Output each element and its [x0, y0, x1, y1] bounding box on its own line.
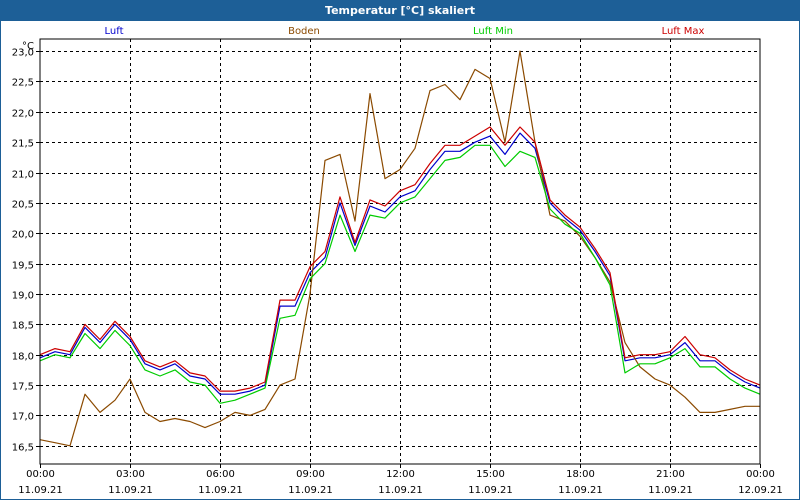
- x-tick-label-date: 11.09.21: [648, 485, 693, 496]
- y-tick-label: 19,5: [12, 261, 34, 272]
- y-tick-label: 21,0: [12, 170, 34, 181]
- x-tick-label-time: 09:00: [296, 469, 325, 480]
- axes: 16,5 17,0 17,5 18,0 18,5 19,0 19,5 20,0 20,5 21,0…: [12, 38, 783, 496]
- y-tick-label: 22,5: [12, 78, 34, 89]
- x-tick-label-date: 11.09.21: [378, 485, 423, 496]
- x-tick-label-time: 15:00: [476, 469, 505, 480]
- x-tick-label-date: 11.09.21: [468, 485, 513, 496]
- legend-entry-luft-min: Luft Min: [473, 26, 513, 37]
- grid: [40, 39, 760, 464]
- series-line-boden: [39, 50, 760, 447]
- x-tick-label-time: 12:00: [386, 469, 415, 480]
- x-tick-label-date: 11.09.21: [198, 485, 243, 496]
- x-tick-label-time: 00:00: [26, 469, 55, 480]
- y-tick-label: 22,0: [12, 109, 34, 120]
- x-tick-label-date: 11.09.21: [18, 485, 63, 496]
- legend-entry-boden: Boden: [288, 26, 320, 37]
- temperature-chart: 16,5 17,0 17,5 18,0 18,5 19,0 19,5 20,0 20,5 21,0…: [12, 26, 783, 496]
- y-tick-label: 18,0: [12, 352, 34, 363]
- x-tick-label-date: 11.09.21: [288, 485, 333, 496]
- x-tick-label-date: 11.09.21: [558, 485, 603, 496]
- legend-entry-luft-max: Luft Max: [662, 26, 705, 37]
- legend: Luft Boden Luft Min Luft Max: [105, 26, 705, 37]
- y-tick-label: 21,5: [12, 139, 34, 150]
- y-tick-label: 18,5: [12, 321, 34, 332]
- x-tick-label-date: 11.09.21: [108, 485, 153, 496]
- series-lines: [39, 50, 761, 447]
- x-tick-label-time: 00:00: [746, 469, 775, 480]
- x-tick-label-time: 21:00: [656, 469, 685, 480]
- y-tick-label: 20,0: [12, 230, 34, 241]
- x-tick-label-date: 12.09.21: [738, 485, 783, 496]
- y-tick-label: 19,0: [12, 291, 34, 302]
- legend-entry-luft: Luft: [105, 26, 124, 37]
- chart-window: Temperatur [°C] skaliert 16,5 17,0 17,5 18,…: [0, 0, 800, 500]
- y-tick-label: 20,5: [12, 200, 34, 211]
- y-axis-unit: °C: [22, 41, 34, 52]
- y-tick-label: 17,5: [12, 382, 34, 393]
- x-tick-label-time: 03:00: [116, 469, 145, 480]
- x-tick-label-time: 18:00: [566, 469, 595, 480]
- y-tick-label: 16,5: [12, 443, 34, 454]
- window-title: Temperatur [°C] skaliert: [1, 1, 799, 21]
- y-tick-label: 17,0: [12, 412, 34, 423]
- x-tick-label-time: 06:00: [206, 469, 235, 480]
